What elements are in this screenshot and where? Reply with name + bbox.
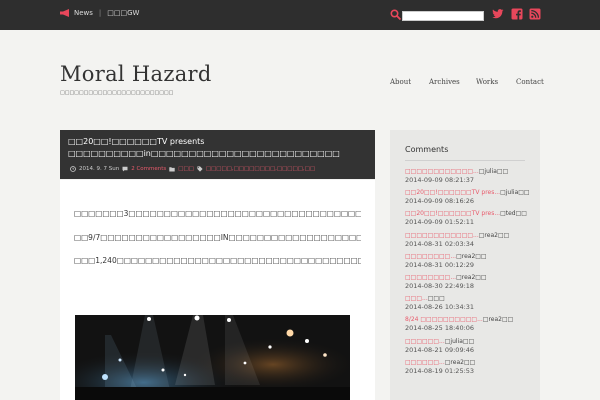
- list-item: □□□□□□...□julia□□ 2014-08-21 09:09:46: [405, 338, 530, 359]
- list-item: 8/24 □□□□□□□□□□...□rea2□□ 2014-08-25 18:…: [405, 316, 530, 337]
- comment-author: □julia□□: [444, 337, 475, 345]
- facebook-icon[interactable]: [511, 8, 523, 20]
- nav-works[interactable]: Works: [476, 78, 498, 86]
- comment-post-link[interactable]: □□□□□□□□□□□□...: [405, 232, 479, 239]
- comment-post-link[interactable]: □□□□□□□□□□□□...: [405, 168, 479, 175]
- megaphone-icon: [60, 9, 69, 17]
- post-comments-link[interactable]: 2 Comments: [131, 166, 166, 172]
- comment-date: 2014-09-09 08:16:26: [405, 197, 475, 206]
- post-title[interactable]: □□20□□!□□□□□□TV presents □□□□□□□□□□in□□□…: [68, 136, 367, 160]
- top-bar: News | □□□GW: [0, 0, 600, 30]
- list-item: □□20□□!□□□□□□TV pres...□julia□□ 2014-09-…: [405, 189, 530, 210]
- folder-icon: [169, 167, 175, 172]
- comment-author: □rea2□□: [444, 358, 476, 366]
- post-date: 2014. 9. 7 Sun: [79, 166, 120, 172]
- comment-date: 2014-08-19 01:25:53: [405, 366, 475, 375]
- comment-icon: [122, 166, 128, 172]
- comment-author: □ted□□: [500, 210, 527, 218]
- comment-author: □rea2□□: [456, 252, 487, 260]
- comment-date: 2014-08-30 22:49:18: [405, 281, 475, 290]
- news-text[interactable]: □□□GW: [107, 9, 139, 17]
- comment-post-link[interactable]: □□□□□□□□...: [405, 253, 456, 260]
- search-input[interactable]: [402, 11, 484, 21]
- comment-post-link[interactable]: □□□□□□□□...: [405, 274, 456, 281]
- post-header: □□20□□!□□□□□□TV presents □□□□□□□□□□in□□□…: [60, 130, 375, 179]
- post-category-link[interactable]: □□□: [178, 166, 194, 172]
- post-paragraph: □□9/7□□□□□□□□□□□□□□□□□IN□□□□□□□□□□□□□□□□…: [74, 232, 361, 242]
- comment-post-link[interactable]: □□20□□!□□□□□□TV pres...: [405, 210, 500, 217]
- post-meta: 2014. 9. 7 Sun 2 Comments □□□ □□□□□,□□□□…: [70, 166, 315, 172]
- nav-about[interactable]: About: [390, 78, 411, 86]
- site-tagline: □□□□□□□□□□□□□□□□□□□□□□□□: [60, 90, 174, 96]
- news-label: News: [74, 9, 93, 17]
- list-item: □□20□□!□□□□□□TV pres...□ted□□ 2014-09-09…: [405, 210, 530, 231]
- clock-icon: [70, 166, 76, 172]
- comment-author: □□□: [427, 295, 445, 303]
- news-ticker[interactable]: News | □□□GW: [60, 9, 139, 17]
- post-body: □□□□□□□3□□□□□□□□□□□□□□□□□□□□□□□□□□□□□□□□…: [60, 180, 375, 400]
- concert-stage-photo: [75, 315, 350, 400]
- comment-date: 2014-08-31 02:03:34: [405, 239, 475, 248]
- comment-date: 2014-08-25 18:40:06: [405, 324, 475, 333]
- post-paragraph: □□□1,240□□□□□□□□□□□□□□□□□□□□□□□□□□□□□□□□…: [74, 256, 361, 265]
- rss-icon[interactable]: [529, 8, 541, 20]
- comment-author: □julia□□: [478, 168, 509, 175]
- post-tags-link[interactable]: □□□□□,□□□□□□□□,□□□□□,□□: [206, 166, 315, 172]
- nav-contact[interactable]: Contact: [516, 78, 544, 86]
- list-item: □□□...□□□ 2014-08-26 10:34:31: [405, 295, 530, 316]
- twitter-icon[interactable]: [492, 8, 504, 20]
- comment-author: □rea2□□: [478, 231, 510, 239]
- nav-archives[interactable]: Archives: [429, 78, 460, 86]
- list-item: □□□□□□...□rea2□□ 2014-08-19 01:25:53: [405, 359, 530, 380]
- comment-post-link[interactable]: □□□□□□...: [405, 359, 445, 366]
- comment-date: 2014-09-09 08:21:37: [405, 176, 475, 184]
- divider: [405, 160, 525, 161]
- comment-author: □julia□□: [500, 189, 530, 197]
- comment-post-link[interactable]: □□20□□!□□□□□□TV pres...: [405, 189, 500, 196]
- post-paragraph: □□□□□□□3□□□□□□□□□□□□□□□□□□□□□□□□□□□□□□□□…: [74, 209, 361, 218]
- sidebar: Comments □□□□□□□□□□□□...□julia□□ 2014-09…: [390, 130, 540, 400]
- site-title[interactable]: Moral Hazard: [60, 62, 212, 86]
- list-item: □□□□□□□□...□rea2□□ 2014-08-30 22:49:18: [405, 274, 530, 295]
- tag-icon: [197, 166, 203, 172]
- search-icon[interactable]: [390, 9, 401, 20]
- comment-date: 2014-09-09 01:52:11: [405, 218, 475, 227]
- list-item: □□□□□□□□...□rea2□□ 2014-08-31 00:12:29: [405, 253, 530, 274]
- comments-widget-title: Comments: [405, 145, 449, 154]
- comment-date: 2014-08-31 00:12:29: [405, 260, 475, 269]
- list-item: □□□□□□□□□□□□...□rea2□□ 2014-08-31 02:03:…: [405, 232, 530, 253]
- list-item: □□□□□□□□□□□□...□julia□□ 2014-09-09 08:21…: [405, 168, 530, 189]
- recent-comments-list: □□□□□□□□□□□□...□julia□□ 2014-09-09 08:21…: [405, 168, 530, 380]
- comment-post-link[interactable]: □□□...: [405, 295, 428, 302]
- news-separator: |: [98, 9, 102, 17]
- comment-author: □rea2□□: [456, 273, 487, 281]
- comment-date: 2014-08-21 09:09:46: [405, 345, 475, 354]
- comment-author: □rea2□□: [482, 316, 514, 324]
- comment-post-link[interactable]: □□□□□□...: [405, 338, 445, 345]
- comment-date: 2014-08-26 10:34:31: [405, 303, 475, 312]
- comment-post-link[interactable]: 8/24 □□□□□□□□□□...: [405, 316, 483, 323]
